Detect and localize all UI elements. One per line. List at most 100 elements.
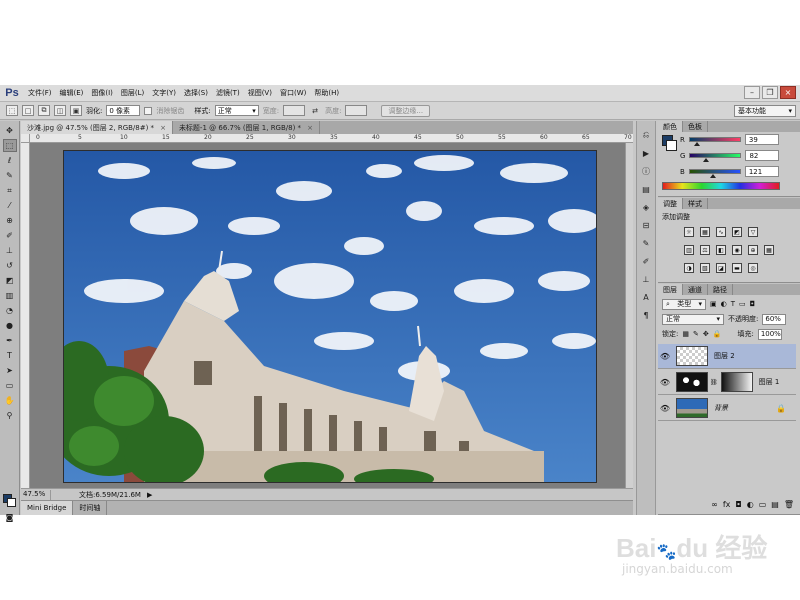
shape-tool-icon[interactable]: ▭ [3,379,17,392]
clone-stamp-tool-icon[interactable]: ⊥ [3,244,17,257]
antialias-checkbox[interactable] [144,106,153,115]
tab-adjustments[interactable]: 调整 [658,198,683,209]
selective-color-icon[interactable]: ◎ [748,263,758,273]
menu-item-3[interactable]: 图层(L) [117,88,148,98]
black-white-icon[interactable]: ◧ [716,245,726,255]
horizontal-ruler[interactable]: 0 5 10 15 20 25 30 35 40 45 50 55 60 65 70 [30,134,633,143]
add-selection-icon[interactable]: ⧉ [38,105,50,116]
new-selection-icon[interactable]: □ [22,105,34,116]
menu-item-8[interactable]: 窗口(W) [276,88,310,98]
filter-type-icon[interactable]: T [731,300,735,308]
lock-pixels-icon[interactable]: ✎ [693,330,699,338]
add-mask-icon[interactable]: ◘ [735,500,741,512]
rect-marquee-tool-icon[interactable]: ⬚ [2,139,17,152]
info-panel-icon[interactable]: ⓘ [640,165,652,177]
filter-pixel-icon[interactable]: ▣ [710,300,717,308]
close-button[interactable]: × [780,86,796,99]
move-tool-icon[interactable]: ✥ [3,124,17,137]
close-icon[interactable]: × [307,124,313,132]
subtract-selection-icon[interactable]: ◫ [54,105,66,116]
green-slider[interactable] [689,153,742,162]
vertical-scrollbar[interactable] [625,143,633,488]
lock-all-icon[interactable]: 🔒 [713,330,722,338]
swap-dimensions-icon[interactable]: ⇄ [309,105,321,116]
marquee-tool-preset-icon[interactable]: ⬚ [6,105,18,116]
red-value[interactable]: 39 [744,134,779,145]
channel-mixer-icon[interactable]: ⊕ [748,245,758,255]
exposure-icon[interactable]: ◩ [732,227,742,237]
document-image[interactable] [63,150,597,483]
tool-presets-icon[interactable]: ✎ [640,237,652,249]
lock-position-icon[interactable]: ✥ [703,330,709,338]
slider-knob[interactable] [694,142,701,146]
width-input[interactable] [283,105,306,116]
workspace-select[interactable]: 基本功能 ▾ [734,105,796,117]
eye-icon[interactable]: 👁 [658,378,672,387]
slider-knob[interactable] [710,174,717,178]
menu-item-4[interactable]: 文字(Y) [148,88,180,98]
hue-saturation-icon[interactable]: ▥ [684,245,694,255]
quick-select-tool-icon[interactable]: ✎ [3,169,17,182]
layer-filter-select[interactable]: ⌕ 类型 ▾ [662,298,706,310]
hand-tool-icon[interactable]: ✋ [3,394,17,407]
tab-mini-bridge[interactable]: Mini Bridge [21,501,74,515]
height-input[interactable] [345,105,368,116]
layer-row-layer-2[interactable]: 👁 图层 2 [658,344,796,369]
brightness-icon[interactable]: ☼ [684,227,694,237]
actions-panel-icon[interactable]: ▶ [640,147,652,159]
opacity-input[interactable]: 60% [762,313,787,325]
path-select-tool-icon[interactable]: ➤ [3,364,17,377]
fill-input[interactable]: 100% [757,328,782,340]
tab-layers[interactable]: 图层 [658,284,683,295]
properties-panel-icon[interactable]: ⊟ [640,219,652,231]
filter-shape-icon[interactable]: ▭ [739,300,746,308]
menu-item-7[interactable]: 视图(V) [244,88,276,98]
layer-row-background[interactable]: 👁 背景 🔒 [658,396,796,421]
slider-knob[interactable] [703,158,710,162]
blue-value[interactable]: 121 [744,166,779,177]
levels-icon[interactable]: ▦ [700,227,710,237]
threshold-icon[interactable]: ◪ [716,263,726,273]
history-panel-icon[interactable]: ⎌ [640,129,652,141]
layer-mask-thumbnail[interactable] [720,372,753,392]
pen-tool-icon[interactable]: ✒ [3,334,17,347]
crop-tool-icon[interactable]: ⌗ [3,184,17,197]
background-color-swatch[interactable] [7,498,16,507]
tab-shatan[interactable]: 沙滩.jpg @ 47.5% (图层 2, RGB/8#) * × [21,121,173,134]
history-brush-tool-icon[interactable]: ↺ [3,259,17,272]
minimize-button[interactable]: – [744,86,760,99]
layer-row-layer-1[interactable]: 👁 ⛓ 图层 1 [658,370,796,395]
blue-slider[interactable] [688,169,741,178]
red-slider[interactable] [688,137,741,146]
menu-item-2[interactable]: 图像(I) [87,88,117,98]
tab-timeline[interactable]: 时间轴 [73,501,108,515]
brush-panel-icon[interactable]: ✐ [640,255,652,267]
dodge-tool-icon[interactable]: ● [3,319,17,332]
eye-icon[interactable]: 👁 [658,352,672,361]
tab-swatches[interactable]: 色板 [683,121,708,132]
blend-mode-select[interactable]: 正常 ▾ [662,313,724,325]
background-color-swatch[interactable] [666,140,677,151]
menu-item-9[interactable]: 帮助(H) [310,88,343,98]
tab-untitled[interactable]: 未标题-1 @ 66.7% (图层 1, RGB/8) * × [173,121,320,134]
lock-transparent-icon[interactable]: ▦ [682,330,689,338]
trash-icon[interactable]: 🗑 [784,500,794,512]
close-icon[interactable]: × [160,124,166,132]
filter-smart-icon[interactable]: ◘ [750,300,756,308]
zoom-level[interactable]: 47.5% [21,489,51,500]
color-lookup-icon[interactable]: ▦ [764,245,774,255]
eye-icon[interactable]: 👁 [658,404,672,413]
tab-styles[interactable]: 样式 [683,198,708,209]
vertical-ruler[interactable] [21,143,30,488]
curves-icon[interactable]: ∿ [716,227,726,237]
green-value[interactable]: 82 [745,150,780,161]
restore-button[interactable]: ❐ [762,86,778,99]
menu-item-0[interactable]: 文件(F) [24,88,56,98]
tab-paths[interactable]: 路径 [708,284,733,295]
gradient-tool-icon[interactable]: ▥ [3,289,17,302]
filter-adjust-icon[interactable]: ◐ [721,300,727,308]
gradient-map-icon[interactable]: ▬ [732,263,742,273]
adjustment-layer-icon[interactable]: ◐ [747,500,754,512]
character-panel-icon[interactable]: A [640,291,652,303]
eraser-tool-icon[interactable]: ◩ [3,274,17,287]
